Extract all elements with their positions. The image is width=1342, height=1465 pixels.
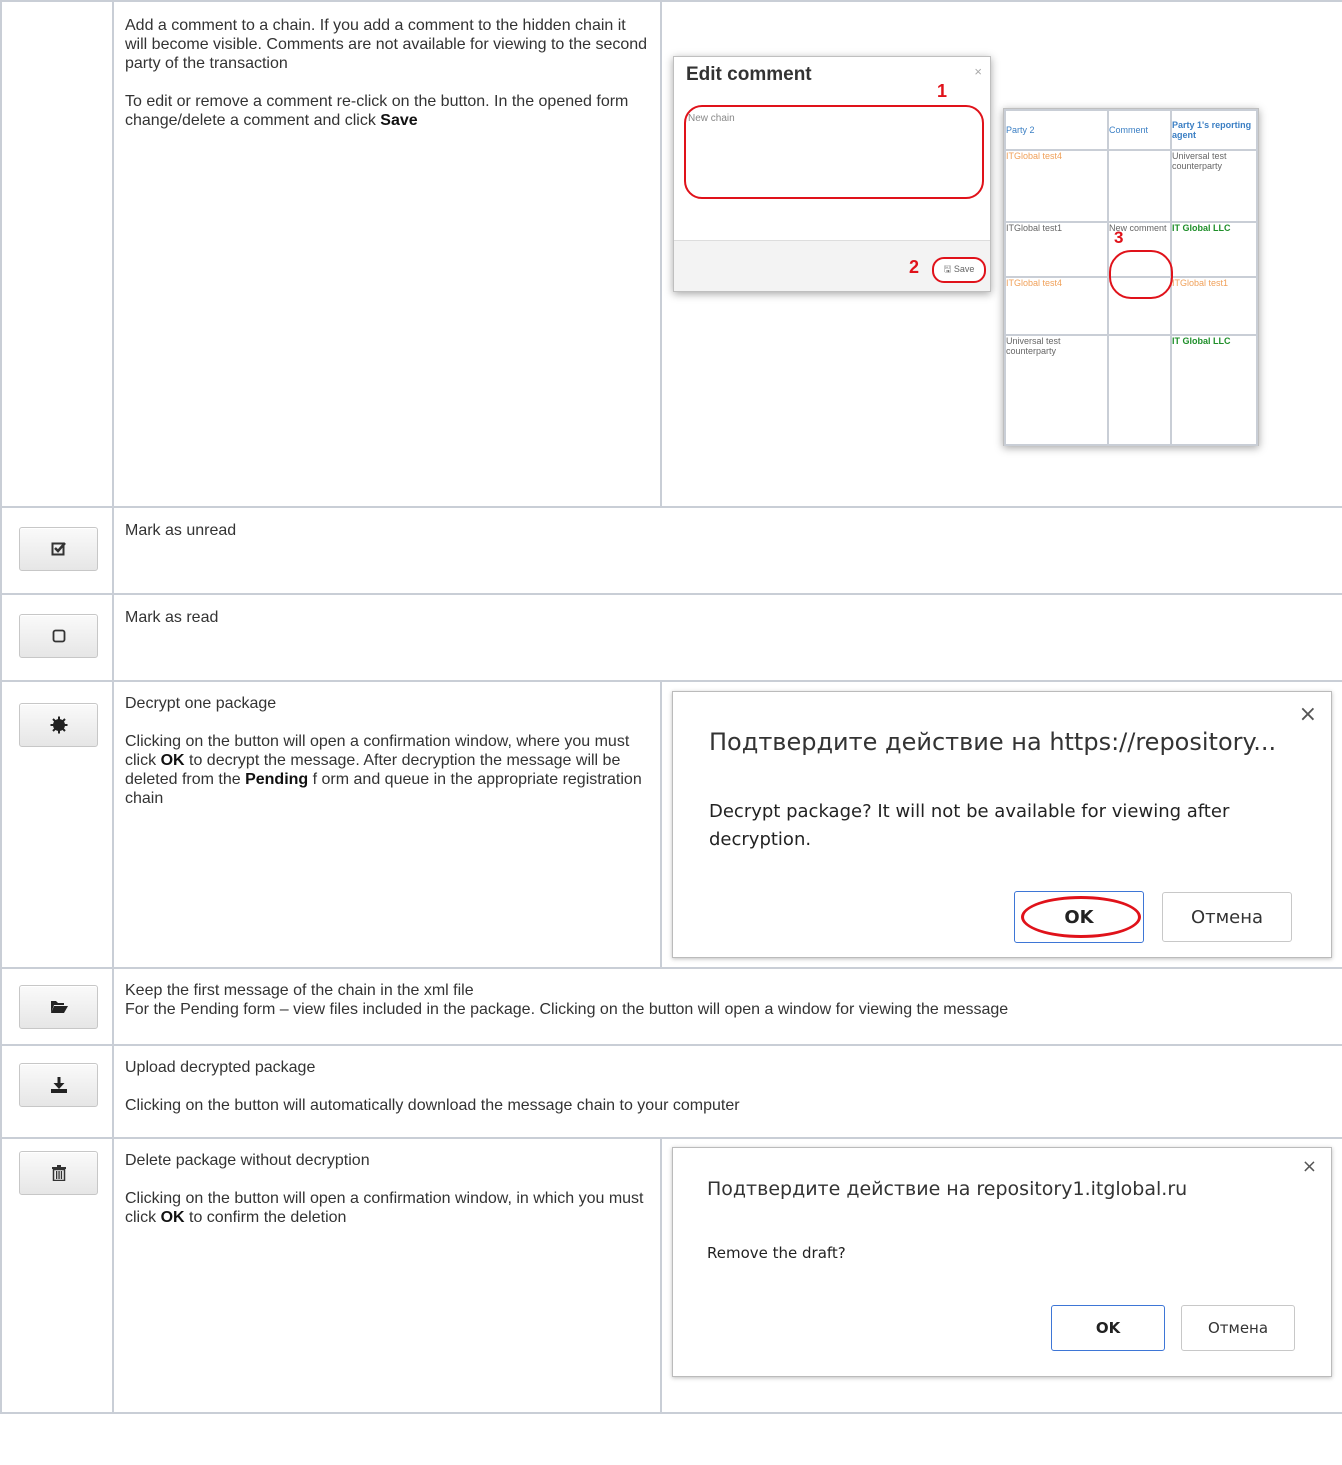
column-header: Comment — [1107, 109, 1172, 151]
table-cell: ITGlobal test1 — [1170, 276, 1258, 336]
description-cell: Add a comment to a chain. If you add a c… — [112, 0, 662, 508]
description-cell: Decrypt one package Clicking on the butt… — [112, 680, 662, 969]
comment-textarea[interactable]: New chain — [684, 105, 984, 199]
table-row: Keep the first message of the chain in t… — [0, 967, 1342, 1046]
annotation-circle — [1021, 896, 1141, 938]
gear-icon — [50, 716, 67, 734]
table-cell: IT Global LLC — [1170, 221, 1258, 278]
comment-edit-text: To edit or remove a comment re-click on … — [125, 93, 629, 129]
table-cell: ITGlobal test4 — [1004, 149, 1109, 223]
close-icon[interactable]: × — [974, 64, 982, 79]
comment-edit-description: To edit or remove a comment re-click on … — [125, 92, 650, 130]
upload-description: Clicking on the button will automaticall… — [125, 1097, 740, 1114]
edit-comment-dialog: Edit comment × 1 New chain 2 🖫 Save — [673, 56, 991, 292]
cancel-button[interactable]: Отмена — [1162, 892, 1292, 942]
folder-open-icon — [50, 1001, 68, 1013]
column-header: Party 1's reporting agent — [1170, 109, 1258, 151]
description-cell: Mark as unread — [112, 506, 1342, 595]
decrypt-button[interactable] — [19, 703, 98, 747]
comment-textarea-text: New chain — [688, 113, 735, 124]
decrypt-confirm-dialog: Подтвердите действие на https://reposito… — [672, 691, 1332, 958]
table-cell — [1107, 334, 1172, 446]
dialog-title: Подтвердите действие на https://reposito… — [709, 728, 1277, 756]
annotation-circle — [1109, 250, 1173, 299]
screenshot-cell: Edit comment × 1 New chain 2 🖫 Save Part… — [660, 0, 1342, 508]
icon-cell — [0, 593, 114, 682]
icon-cell — [0, 0, 114, 508]
table-cell — [1107, 149, 1172, 223]
icon-cell — [0, 1137, 114, 1414]
upload-title: Upload decrypted package — [125, 1059, 316, 1076]
mark-read-button[interactable] — [19, 614, 98, 658]
table-header-row: Party 2 Comment Party 1's reporting agen… — [1004, 109, 1258, 151]
table-cell: ITGlobal test1 — [1004, 221, 1109, 278]
decrypt-description: Clicking on the button will open a confi… — [125, 732, 650, 808]
icon-cell — [0, 506, 114, 595]
dialog-message: Remove the draft? — [707, 1244, 846, 1262]
table-row: Upload decrypted package Clicking on the… — [0, 1044, 1342, 1139]
annotation-number: 1 — [937, 81, 948, 101]
annotation-number: 2 — [909, 257, 920, 277]
delete-package-button[interactable] — [19, 1151, 98, 1195]
column-header: Party 2 — [1004, 109, 1109, 151]
screenshot-cell: Подтвердите действие на https://reposito… — [660, 680, 1342, 969]
comment-description: Add a comment to a chain. If you add a c… — [125, 17, 648, 72]
delete-confirm-dialog: Подтвердите действие на repository1.itgl… — [672, 1147, 1332, 1377]
close-icon[interactable]: × — [1299, 702, 1317, 727]
edit-comment-title: Edit comment — [686, 64, 812, 85]
keep-first-message-button[interactable] — [19, 985, 98, 1029]
icon-cell — [0, 967, 114, 1046]
mark-unread-text: Mark as unread — [125, 522, 237, 539]
delete-title: Delete package without decryption — [125, 1152, 370, 1169]
dialog-footer: 2 🖫 Save — [674, 240, 990, 291]
table-row: Delete package without decryption Clicki… — [0, 1137, 1342, 1414]
mark-read-text: Mark as read — [125, 609, 219, 626]
table-row: Mark as unread — [0, 506, 1342, 595]
checkbox-checked-icon — [51, 542, 66, 556]
delete-description: Clicking on the button will open a confi… — [125, 1189, 650, 1227]
dialog-title: Подтвердите действие на repository1.itgl… — [707, 1178, 1188, 1200]
download-icon — [50, 1077, 67, 1093]
party-table-screenshot: Party 2 Comment Party 1's reporting agen… — [1003, 108, 1259, 446]
description-cell: Mark as read — [112, 593, 1342, 682]
table-row: Decrypt one package Clicking on the butt… — [0, 680, 1342, 969]
table-row: Mark as read — [0, 593, 1342, 682]
table-row: Add a comment to a chain. If you add a c… — [0, 0, 1342, 508]
table-cell: Universal test counterparty — [1170, 149, 1258, 223]
mark-unread-button[interactable] — [19, 527, 98, 571]
close-icon[interactable]: × — [1302, 1156, 1317, 1177]
ok-button[interactable]: OK — [1014, 891, 1144, 943]
cancel-button[interactable]: Отмена — [1181, 1305, 1295, 1351]
description-cell: Delete package without decryption Clicki… — [112, 1137, 662, 1414]
table-row: ITGlobal test4 Universal test counterpar… — [1004, 149, 1258, 223]
checkbox-empty-icon — [52, 629, 65, 643]
ok-bold-text: OK — [160, 1209, 185, 1226]
pending-bold-text: Pending — [245, 771, 309, 788]
save-bold-text: Save — [380, 112, 418, 129]
dialog-message: Decrypt package? It will not be availabl… — [709, 801, 1230, 850]
ok-button[interactable]: OK — [1051, 1305, 1165, 1351]
description-cell: Keep the first message of the chain in t… — [112, 967, 1342, 1046]
help-table: Add a comment to a chain. If you add a c… — [0, 0, 1342, 1414]
delete-text-b: to confirm the deletion — [184, 1209, 347, 1226]
description-cell: Upload decrypted package Clicking on the… — [112, 1044, 1342, 1139]
keep-line-2: For the Pending form – view files includ… — [125, 1001, 1009, 1018]
decrypt-title: Decrypt one package — [125, 695, 277, 712]
icon-cell — [0, 680, 114, 969]
keep-line-1: Keep the first message of the chain in t… — [125, 982, 474, 999]
table-cell: IT Global LLC — [1170, 334, 1258, 446]
table-cell: Universal test counterparty — [1004, 334, 1109, 446]
trash-icon — [51, 1165, 66, 1181]
table-row: Universal test counterparty IT Global LL… — [1004, 334, 1258, 446]
screenshot-cell: Подтвердите действие на repository1.itgl… — [660, 1137, 1342, 1414]
table-cell: ITGlobal test4 — [1004, 276, 1109, 336]
upload-decrypted-button[interactable] — [19, 1063, 98, 1107]
icon-cell — [0, 1044, 114, 1139]
annotation-number: 3 — [1114, 228, 1124, 247]
save-button[interactable]: 🖫 Save — [932, 257, 986, 283]
ok-bold-text: OK — [160, 752, 185, 769]
